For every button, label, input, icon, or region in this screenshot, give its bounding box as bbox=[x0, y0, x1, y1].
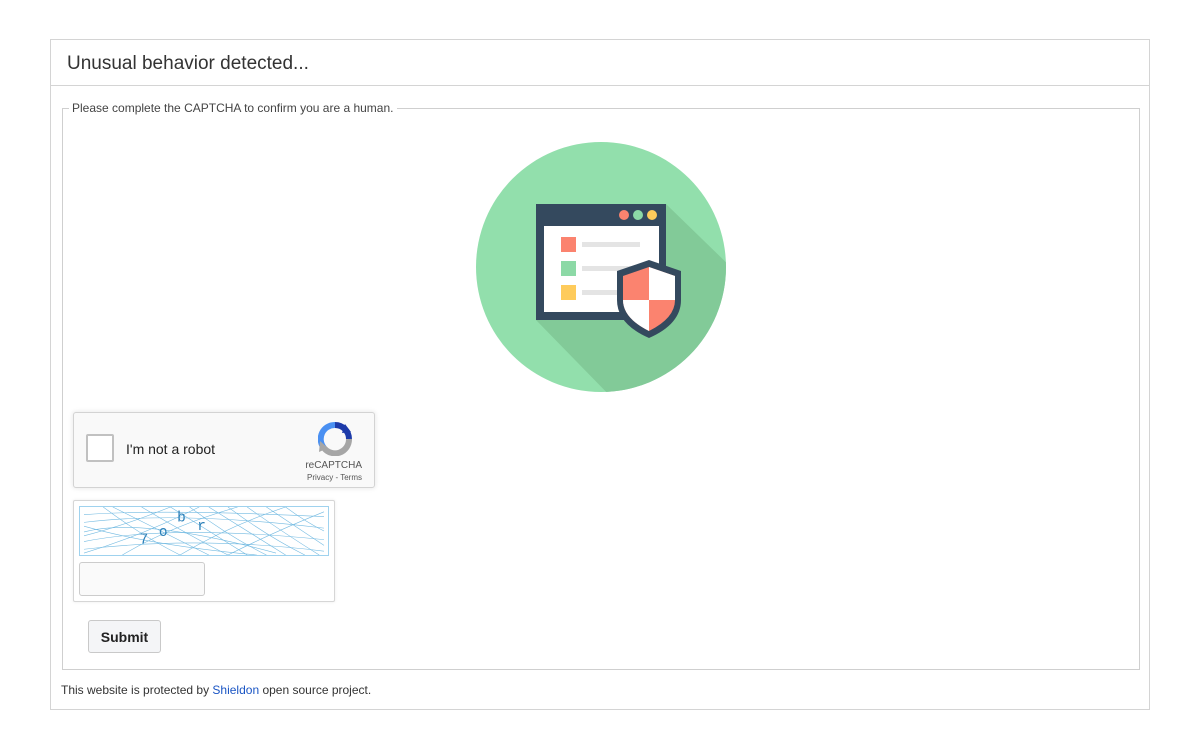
recaptcha-terms-link[interactable]: Terms bbox=[340, 473, 362, 482]
recaptcha-logo-icon bbox=[318, 422, 352, 456]
submit-button[interactable]: Submit bbox=[88, 620, 161, 653]
captcha-char: 7 bbox=[140, 532, 149, 548]
captcha-char: r bbox=[197, 519, 206, 535]
window-dot-red bbox=[619, 210, 629, 220]
window-dot-yellow bbox=[647, 210, 657, 220]
captcha-char: b bbox=[177, 510, 186, 526]
recaptcha-widget: I'm not a robot reCAPTCHA Privacy - Term… bbox=[73, 412, 375, 488]
captcha-fieldset: Please complete the CAPTCHA to confirm y… bbox=[62, 101, 1140, 670]
list-bullet-red bbox=[561, 237, 576, 252]
recaptcha-privacy-link[interactable]: Privacy bbox=[307, 473, 333, 482]
list-bullet-yellow bbox=[561, 285, 576, 300]
captcha-card: Unusual behavior detected... Please comp… bbox=[50, 39, 1150, 710]
captcha-legend: Please complete the CAPTCHA to confirm y… bbox=[72, 101, 394, 115]
footer-text: This website is protected by Shieldon op… bbox=[61, 683, 371, 697]
recaptcha-links: Privacy - Terms bbox=[307, 473, 362, 482]
footer-prefix: This website is protected by bbox=[61, 683, 213, 697]
list-line bbox=[582, 242, 640, 247]
footer-suffix: open source project. bbox=[259, 683, 372, 697]
captcha-char: o bbox=[159, 525, 168, 541]
shieldon-link[interactable]: Shieldon bbox=[212, 683, 259, 697]
list-bullet-green bbox=[561, 261, 576, 276]
recaptcha-brand: reCAPTCHA bbox=[305, 460, 362, 471]
captcha-input[interactable] bbox=[79, 562, 205, 596]
image-captcha-box: 7 o b r bbox=[73, 500, 335, 602]
browser-shield-illustration bbox=[476, 142, 726, 392]
window-dot-green bbox=[633, 210, 643, 220]
recaptcha-label: I'm not a robot bbox=[126, 441, 216, 457]
recaptcha-checkbox[interactable] bbox=[86, 434, 114, 462]
captcha-image: 7 o b r bbox=[79, 506, 329, 556]
page-title: Unusual behavior detected... bbox=[51, 40, 1149, 86]
